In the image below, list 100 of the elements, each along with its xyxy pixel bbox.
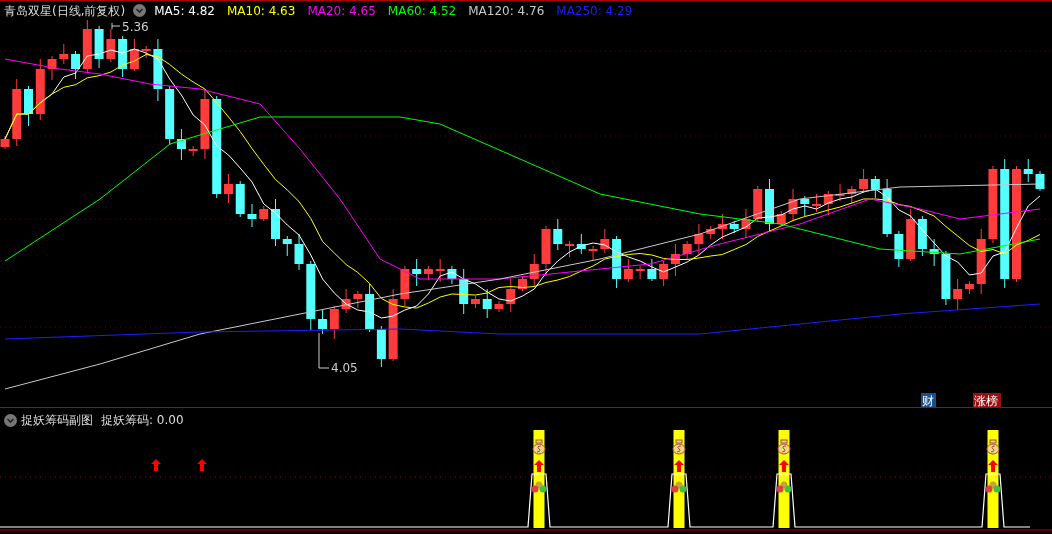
candlestick <box>318 308 328 335</box>
ma-legend-item: MA60: 4.52 <box>387 2 457 20</box>
low-price-label: 4.05 <box>331 361 358 375</box>
candlestick <box>353 290 363 309</box>
indicator-title: 捉妖筹码副图 <box>21 412 93 429</box>
up-arrow-icon <box>779 460 789 472</box>
candlestick <box>506 278 516 313</box>
candlestick <box>94 25 104 69</box>
candlestick <box>906 208 916 262</box>
badge[interactable]: 财 <box>921 393 936 407</box>
candlestick <box>365 283 375 333</box>
candlestick <box>835 183 845 202</box>
candlestick <box>670 243 680 277</box>
candlestick <box>482 288 492 319</box>
candlestick <box>282 235 292 257</box>
high-price-label: 5.36 <box>122 20 149 34</box>
ma-legend-item: MA120: 4.76 <box>468 2 545 20</box>
candlestick <box>635 265 645 280</box>
candlestick <box>494 300 504 313</box>
up-arrow-icon <box>534 460 544 472</box>
candlestick <box>765 178 774 233</box>
leader-line <box>318 332 330 369</box>
candlestick <box>647 258 657 282</box>
ball-cluster-icon <box>985 481 1001 493</box>
ball-cluster-icon <box>531 481 547 493</box>
candlestick <box>518 275 527 292</box>
candlestick <box>682 240 692 261</box>
candlestick <box>788 188 798 222</box>
candlestick <box>200 88 210 160</box>
ma-legend-item: MA20: 4.65 <box>307 2 376 20</box>
candlestick <box>694 223 704 256</box>
candlestick <box>565 240 575 258</box>
candlestick <box>753 185 763 223</box>
candlestick <box>129 38 139 72</box>
candlestick <box>188 145 198 157</box>
candlestick <box>1023 158 1033 183</box>
candlestick <box>141 45 151 59</box>
candlestick <box>976 228 986 295</box>
indicator-reading: 捉妖筹码: 0.00 <box>101 412 184 429</box>
candlestick <box>882 178 892 238</box>
dropdown-icon[interactable] <box>4 413 17 427</box>
candlestick <box>941 250 951 306</box>
candlestick <box>859 168 869 194</box>
candlestick <box>271 198 280 247</box>
candlestick <box>823 190 833 216</box>
candlestick <box>329 305 339 340</box>
candlestick <box>447 265 457 285</box>
candlestick <box>35 58 45 121</box>
candlestick <box>47 55 57 81</box>
money-bag-icon <box>672 439 686 455</box>
ball-cluster-icon <box>671 481 687 493</box>
ma-legend-item: MA5: 4.82 <box>154 2 215 20</box>
candlestick <box>59 43 69 65</box>
money-bag-icon <box>986 439 1000 455</box>
candlestick <box>659 260 669 287</box>
up-arrow-icon <box>197 459 207 471</box>
candlestick <box>553 218 563 251</box>
candlestick <box>235 180 245 218</box>
ma-legend-item: MA10: 4.63 <box>226 2 296 20</box>
candlestick <box>376 325 386 368</box>
candlestick <box>341 288 351 314</box>
candlestick <box>529 253 539 287</box>
candlestick <box>106 28 116 63</box>
candlestick <box>600 228 610 254</box>
candlestick <box>588 245 598 262</box>
candlestick <box>294 233 304 271</box>
leader-line <box>111 22 121 30</box>
candlestick <box>1035 170 1045 192</box>
dropdown-icon[interactable] <box>133 4 147 17</box>
ma-legend-item: MA250: 4.29 <box>556 2 633 20</box>
candlestick <box>847 185 857 205</box>
candlestick <box>0 135 10 150</box>
candlestick <box>306 260 316 331</box>
candlestick <box>435 258 445 283</box>
candlestick <box>259 205 269 222</box>
badge[interactable]: 涨榜 <box>973 393 1001 407</box>
candlestick <box>776 210 786 227</box>
candlestick <box>24 85 33 127</box>
candlestick <box>576 233 586 255</box>
candlestick <box>917 215 927 257</box>
candlestick <box>247 203 257 228</box>
candlestick <box>741 208 751 239</box>
candlestick <box>870 175 880 199</box>
candlestick <box>118 35 128 78</box>
candlestick <box>729 220 739 234</box>
candlestick <box>12 78 22 147</box>
ball-cluster-icon <box>776 481 792 493</box>
money-bag-icon <box>532 439 546 455</box>
up-arrow-icon <box>988 460 998 472</box>
candlestick <box>812 193 822 213</box>
money-bag-icon <box>777 439 791 455</box>
candlestick <box>153 38 163 102</box>
candlestick <box>894 230 904 268</box>
up-arrow-icon <box>151 459 161 471</box>
candlestick <box>929 238 939 267</box>
candlestick <box>800 195 810 217</box>
chart-title: 青岛双星(日线,前复权) <box>4 2 126 20</box>
candlestick <box>400 265 410 307</box>
candlestick <box>541 225 551 277</box>
up-arrow-icon <box>674 460 684 472</box>
